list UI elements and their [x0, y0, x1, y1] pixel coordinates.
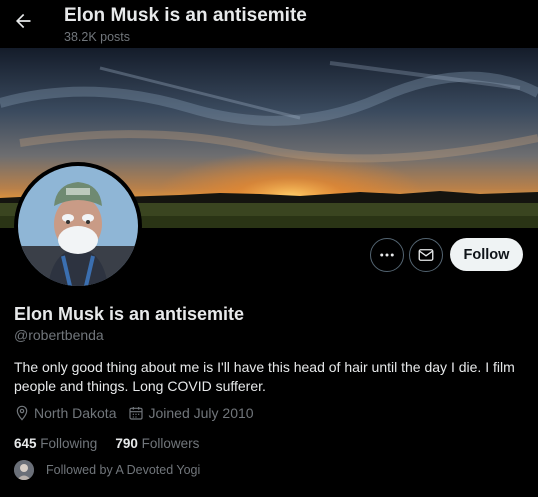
top-bar: Elon Musk is an antisemite 38.2K posts — [0, 0, 538, 48]
location-text: North Dakota — [34, 405, 117, 421]
followed-by[interactable]: Followed by A Devoted Yogi — [14, 460, 200, 480]
following-link[interactable]: 645 Following — [14, 436, 97, 451]
back-button[interactable] — [8, 6, 38, 36]
profile-avatar[interactable] — [14, 162, 142, 290]
join-date: Joined July 2010 — [128, 405, 254, 421]
location-pin-icon — [16, 405, 28, 421]
followers-count: 790 — [115, 436, 142, 451]
following-label: Following — [40, 436, 98, 451]
follow-stats: 645 Following 790 Followers — [14, 436, 217, 451]
followers-label: Followers — [141, 436, 200, 451]
followers-link[interactable]: 790 Followers — [115, 436, 199, 451]
follow-button[interactable]: Follow — [450, 238, 523, 271]
display-name: Elon Musk is an antisemite — [14, 304, 245, 324]
followed-by-text: Followed by A Devoted Yogi — [46, 463, 201, 477]
post-count: 38.2K posts — [64, 30, 131, 44]
profile-meta: North Dakota Joined July 2010 — [14, 405, 266, 421]
profile-bio: The only good thing about me is I'll hav… — [14, 359, 515, 394]
arrow-left-icon — [16, 13, 31, 29]
envelope-icon — [418, 249, 434, 261]
avatar-photo — [18, 166, 138, 286]
more-button[interactable] — [370, 238, 404, 272]
user-handle: @robertbenda — [14, 327, 104, 343]
message-button[interactable] — [409, 238, 443, 272]
follower-avatar — [14, 460, 34, 480]
calendar-icon — [129, 407, 144, 420]
join-date-text: Joined July 2010 — [148, 405, 254, 421]
header-title: Elon Musk is an antisemite — [64, 5, 307, 26]
following-count: 645 — [14, 436, 41, 451]
location: North Dakota — [14, 405, 116, 421]
more-dots-icon — [380, 253, 394, 257]
